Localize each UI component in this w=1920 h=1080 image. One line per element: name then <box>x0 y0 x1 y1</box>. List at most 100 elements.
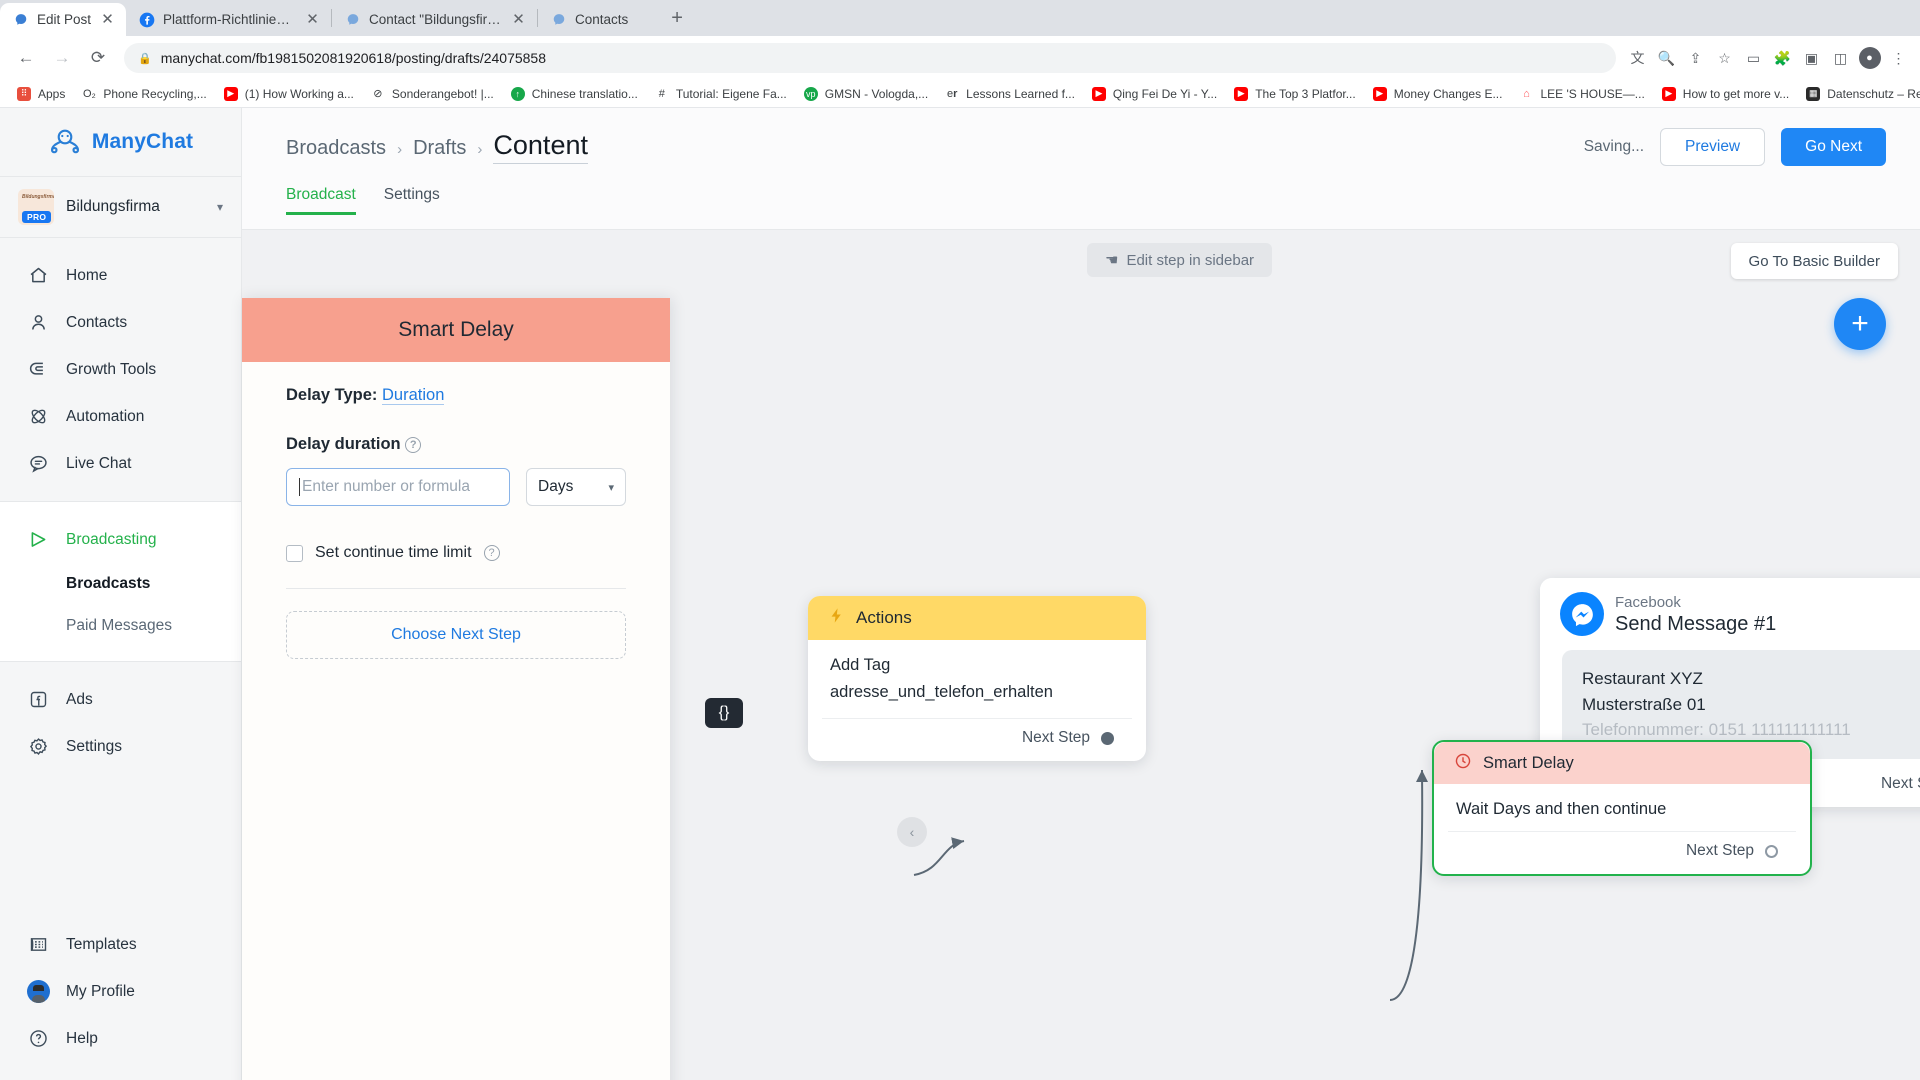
close-icon[interactable]: ✕ <box>304 11 321 28</box>
bookmark-item[interactable]: ▶ Qing Fei De Yi - Y... <box>1083 83 1225 105</box>
sidebar-item-templates[interactable]: Templates <box>0 921 242 968</box>
profile-icon[interactable]: ● <box>1856 45 1883 72</box>
sidebar-item-home[interactable]: Home <box>0 252 241 299</box>
bookmark-item[interactable]: ▶ The Top 3 Platfor... <box>1225 83 1364 105</box>
next-step-label: Next Step <box>1880 774 1920 792</box>
preview-button[interactable]: Preview <box>1660 128 1766 166</box>
bookmark-item[interactable]: ▶ Money Changes E... <box>1364 83 1511 105</box>
cast-icon[interactable]: ▭ <box>1740 45 1767 72</box>
sidebar-item-contacts[interactable]: Contacts <box>0 299 241 346</box>
delay-type-value[interactable]: Duration <box>382 386 445 405</box>
youtube-icon: ▶ <box>1661 86 1677 102</box>
split-icon[interactable]: ◫ <box>1827 45 1854 72</box>
continue-time-limit-row[interactable]: Set continue time limit ? <box>286 544 626 562</box>
next-step-port[interactable] <box>1101 731 1114 745</box>
collapse-handle[interactable]: ‹ <box>897 817 927 847</box>
bookmark-item[interactable]: ▶ How to get more v... <box>1653 83 1797 105</box>
question-circle-icon[interactable]: ? <box>483 545 500 561</box>
menu-icon[interactable]: ⋮ <box>1885 45 1912 72</box>
close-icon[interactable]: ✕ <box>510 11 527 28</box>
brand-logo[interactable]: ManyChat <box>0 108 241 176</box>
close-icon[interactable]: ✕ <box>99 11 116 28</box>
bookmark-item[interactable]: ⊘ Sonderangebot! |... <box>362 83 502 105</box>
bookmark-label: The Top 3 Platfor... <box>1255 86 1356 101</box>
chevron-down-icon[interactable]: ▾ <box>217 200 223 214</box>
new-tab-button[interactable]: + <box>662 3 692 33</box>
sidebar-item-help[interactable]: Help <box>0 1015 242 1062</box>
zoom-icon[interactable]: 🔍 <box>1653 45 1680 72</box>
next-step-label: Next Step <box>1021 729 1090 746</box>
next-step-port[interactable] <box>1765 844 1778 858</box>
breadcrumb-broadcasts[interactable]: Broadcasts <box>286 137 386 160</box>
account-switcher[interactable]: Bildungsfirma PRO Bildungsfirma ▾ <box>0 176 241 238</box>
bookmark-item[interactable]: O₂ Phone Recycling,... <box>73 83 214 105</box>
reload-icon[interactable]: ⟳ <box>83 43 113 73</box>
sidebar-item-automation[interactable]: Automation <box>0 393 241 440</box>
duration-field-row: Enter number or formula Days ▾ <box>286 468 626 506</box>
page-tabs: Broadcast Settings <box>242 186 1920 230</box>
sidebar-item-label: Contacts <box>66 313 128 331</box>
duration-unit-select[interactable]: Days ▾ <box>526 468 626 506</box>
browser-tabstrip: Edit Post ✕ Plattform-Richtlinien – Über… <box>0 0 692 36</box>
forward-icon[interactable]: → <box>47 43 77 73</box>
share-icon[interactable]: ⇪ <box>1682 45 1709 72</box>
edit-step-in-sidebar-pill[interactable]: ☚ Edit step in sidebar <box>1087 243 1273 277</box>
app-sidebar: ManyChat Bildungsfirma PRO Bildungsfirma… <box>0 108 242 1080</box>
puzzle-icon[interactable]: 🧩 <box>1769 45 1796 72</box>
formula-tooltip[interactable]: {} <box>705 698 743 728</box>
sidebar-nav-secondary: Ads Settings <box>0 662 241 784</box>
address-bar[interactable]: 🔒 manychat.com/fb1981502081920618/postin… <box>124 43 1616 73</box>
sidebar-item-ads[interactable]: Ads <box>0 676 241 723</box>
bookmark-item[interactable]: ⠿ Apps <box>8 83 73 105</box>
sidebar-item-settings[interactable]: Settings <box>0 723 241 770</box>
add-step-button[interactable]: + <box>1834 298 1886 350</box>
bookmark-label: Qing Fei De Yi - Y... <box>1112 86 1218 101</box>
browser-tab-2[interactable]: Contact "Bildungsfirma" throu ✕ <box>332 3 537 36</box>
sidebar-subitem-broadcasts[interactable]: Broadcasts <box>0 563 241 605</box>
message-line: Telefonnummer: 0151 111111111111 <box>1582 720 1851 739</box>
tab-broadcast[interactable]: Broadcast <box>286 186 356 215</box>
question-circle-icon[interactable]: ? <box>405 436 422 453</box>
tab-settings[interactable]: Settings <box>384 186 440 215</box>
bookmark-item[interactable]: vp GMSN - Vologda,... <box>795 83 936 105</box>
flow-node-actions[interactable]: Actions Add Tag adresse_und_telefon_erha… <box>808 596 1146 761</box>
o2-icon: O₂ <box>82 87 96 100</box>
bookmark-item[interactable]: e r Lessons Learned f... <box>936 83 1083 105</box>
manychat-icon <box>13 12 29 28</box>
bookmark-item[interactable]: ▶ (1) How Working a... <box>215 83 362 105</box>
duration-input[interactable]: Enter number or formula <box>286 468 510 506</box>
extensions-icon[interactable]: ▣ <box>1798 45 1825 72</box>
go-next-button[interactable]: Go Next <box>1781 128 1886 166</box>
bookmark-item[interactable]: # Tutorial: Eigene Fa... <box>646 83 795 105</box>
sidebar-item-growth-tools[interactable]: Growth Tools <box>0 346 241 393</box>
breadcrumb-drafts[interactable]: Drafts <box>413 137 466 160</box>
sidebar-item-my-profile[interactable]: My Profile <box>0 968 242 1015</box>
page-title[interactable]: Content <box>493 130 588 164</box>
duration-placeholder: Enter number or formula <box>302 478 470 495</box>
translate-icon[interactable]: 文 <box>1624 45 1651 72</box>
browser-tab-0[interactable]: Edit Post ✕ <box>0 3 127 36</box>
bookmark-item[interactable]: ⌂ LEE 'S HOUSE—... <box>1510 83 1652 105</box>
delay-duration-label: Delay duration <box>286 435 401 453</box>
choose-next-step-button[interactable]: Choose Next Step <box>286 611 626 659</box>
header-actions: Saving... Preview Go Next <box>1584 128 1886 166</box>
browser-tab-1[interactable]: Plattform-Richtlinien – Übersic ✕ <box>126 3 331 36</box>
flow-node-smart-delay[interactable]: Smart Delay Wait Days and then continue … <box>1432 740 1812 876</box>
continue-time-limit-checkbox[interactable] <box>286 544 303 562</box>
go-to-basic-builder-button[interactable]: Go To Basic Builder <box>1730 243 1898 279</box>
bookmark-item[interactable]: ↑ Chinese translatio... <box>502 83 646 105</box>
address-bar-url: manychat.com/fb1981502081920618/posting/… <box>160 50 546 66</box>
bookmark-star-icon[interactable]: ☆ <box>1711 45 1738 72</box>
er-icon: er <box>946 87 958 100</box>
actions-node-body: Add Tag adresse_und_telefon_erhalten <box>808 640 1146 712</box>
browser-tab-3[interactable]: Contacts <box>538 3 658 36</box>
edge-start-to-actions <box>913 837 965 876</box>
smart-delay-settings-panel: Smart Delay Delay Type: Duration Delay d… <box>242 298 743 1080</box>
bookmark-item[interactable]: ▦ Datenschutz – Re... <box>1797 83 1920 105</box>
sidebar-item-label: Automation <box>66 407 145 425</box>
sidebar-subitem-paid-messages[interactable]: Paid Messages <box>0 605 241 647</box>
sidebar-item-broadcasting[interactable]: Broadcasting <box>0 516 241 563</box>
next-step-label: Next Step <box>1685 842 1754 859</box>
back-icon[interactable]: ← <box>11 43 41 73</box>
sidebar-item-live-chat[interactable]: Live Chat <box>0 440 241 487</box>
